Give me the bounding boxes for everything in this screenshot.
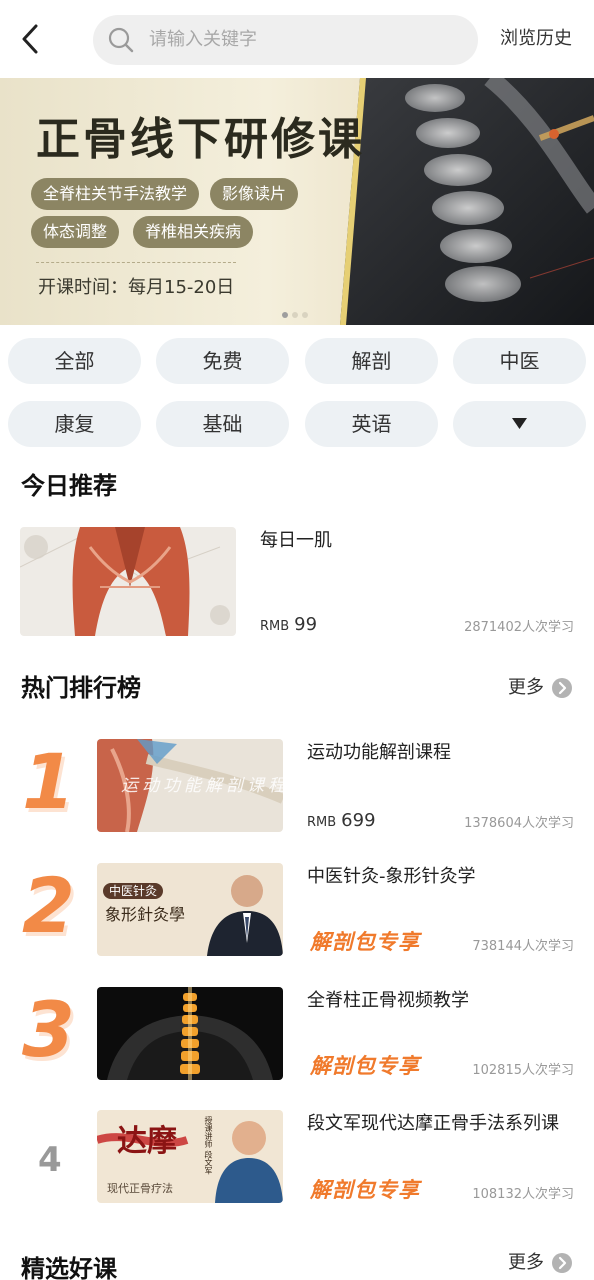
rank-number: 3 <box>22 985 75 1074</box>
chevron-right-icon[interactable] <box>552 1253 572 1273</box>
search-input[interactable]: 请输入关键字 <box>93 15 478 65</box>
price-value: 699 <box>341 810 376 831</box>
thumbnail-lecturer: 授课讲师 段文军 <box>204 1116 213 1175</box>
section-title-today: 今日推荐 <box>21 472 117 500</box>
anatomy-course-thumbnail[interactable]: 运动功能解剖课程 <box>97 739 283 832</box>
learner-count: 738144人次学习 <box>472 939 574 954</box>
category-anatomy[interactable]: 解剖 <box>305 338 438 384</box>
course-title[interactable]: 段文军现代达摩正骨手法系列课 <box>307 1112 559 1136</box>
banner-tag: 影像读片 <box>210 178 299 210</box>
currency-label: RMB <box>260 619 290 634</box>
banner-tag: 脊椎相关疾病 <box>133 216 254 248</box>
chevron-right-icon[interactable] <box>552 678 572 698</box>
thumbnail-caption: 达摩 <box>117 1124 177 1159</box>
banner-divider <box>36 262 236 263</box>
price-value: 99 <box>294 614 318 635</box>
category-rehab[interactable]: 康复 <box>8 401 141 447</box>
carousel-dot <box>282 312 288 318</box>
banner-schedule: 开课时间：每月15-20日 <box>38 277 235 298</box>
category-expand-button[interactable] <box>453 401 586 447</box>
section-title-ranking: 热门排行榜 <box>21 674 141 702</box>
back-arrow-icon[interactable] <box>14 20 50 58</box>
category-basics[interactable]: 基础 <box>156 401 289 447</box>
browse-history-link[interactable]: 浏览历史 <box>500 27 572 51</box>
dharma-bonesetting-thumbnail[interactable]: 达摩 现代正骨疗法 授课讲师 段文军 <box>97 1110 283 1203</box>
featured-more-link[interactable]: 更多 <box>508 1251 544 1275</box>
category-free[interactable]: 免费 <box>156 338 289 384</box>
course-price: RMB 699 <box>307 810 376 834</box>
exclusive-badge: 解剖包专享 <box>310 1178 420 1202</box>
banner-title: 正骨线下研修课 <box>36 114 365 165</box>
course-price: RMB 99 <box>260 614 317 638</box>
learner-count: 1378604人次学习 <box>464 816 574 831</box>
exclusive-badge: 解剖包专享 <box>310 1054 420 1078</box>
triangle-down-icon <box>512 418 527 429</box>
thumbnail-caption: 象形針灸學 <box>105 905 186 924</box>
exclusive-badge: 解剖包专享 <box>310 930 420 954</box>
learner-count: 108132人次学习 <box>472 1187 574 1202</box>
learner-count: 102815人次学习 <box>472 1063 574 1078</box>
category-all[interactable]: 全部 <box>8 338 141 384</box>
spine-xray-image <box>340 78 594 325</box>
category-tcm[interactable]: 中医 <box>453 338 586 384</box>
course-title[interactable]: 中医针灸-象形针灸学 <box>307 865 476 889</box>
course-title[interactable]: 每日一肌 <box>260 529 332 553</box>
acupuncture-course-thumbnail[interactable]: 中医针灸 象形針灸學 <box>97 863 283 956</box>
rank-number: 2 <box>22 861 75 950</box>
thumbnail-tag: 中医针灸 <box>103 883 164 899</box>
carousel-dot <box>292 312 298 318</box>
rank-number: 4 <box>38 1140 62 1180</box>
muscle-anatomy-thumbnail[interactable] <box>20 527 236 636</box>
learner-count: 2871402人次学习 <box>464 620 574 635</box>
rank-number: 1 <box>22 737 75 826</box>
carousel-dot <box>302 312 308 318</box>
thumbnail-subcaption: 现代正骨疗法 <box>107 1182 173 1195</box>
carousel-indicator <box>282 303 312 322</box>
category-english[interactable]: 英语 <box>305 401 438 447</box>
banner-tag: 体态调整 <box>31 216 120 248</box>
spine-video-thumbnail[interactable] <box>97 987 283 1080</box>
banner-tag: 全脊柱关节手法教学 <box>31 178 200 210</box>
course-title[interactable]: 全脊柱正骨视频教学 <box>307 989 469 1013</box>
top-bar: 请输入关键字 浏览历史 <box>0 0 594 78</box>
ranking-more-link[interactable]: 更多 <box>508 676 544 700</box>
search-icon <box>107 26 135 54</box>
search-placeholder: 请输入关键字 <box>149 29 257 50</box>
course-title[interactable]: 运动功能解剖课程 <box>307 741 451 765</box>
promo-banner[interactable]: 正骨线下研修课 全脊柱关节手法教学 影像读片 体态调整 脊椎相关疾病 开课时间：… <box>0 78 594 325</box>
section-title-featured: 精选好课 <box>21 1255 117 1280</box>
thumbnail-caption: 运动功能解剖课程 <box>121 776 283 796</box>
currency-label: RMB <box>307 815 337 830</box>
